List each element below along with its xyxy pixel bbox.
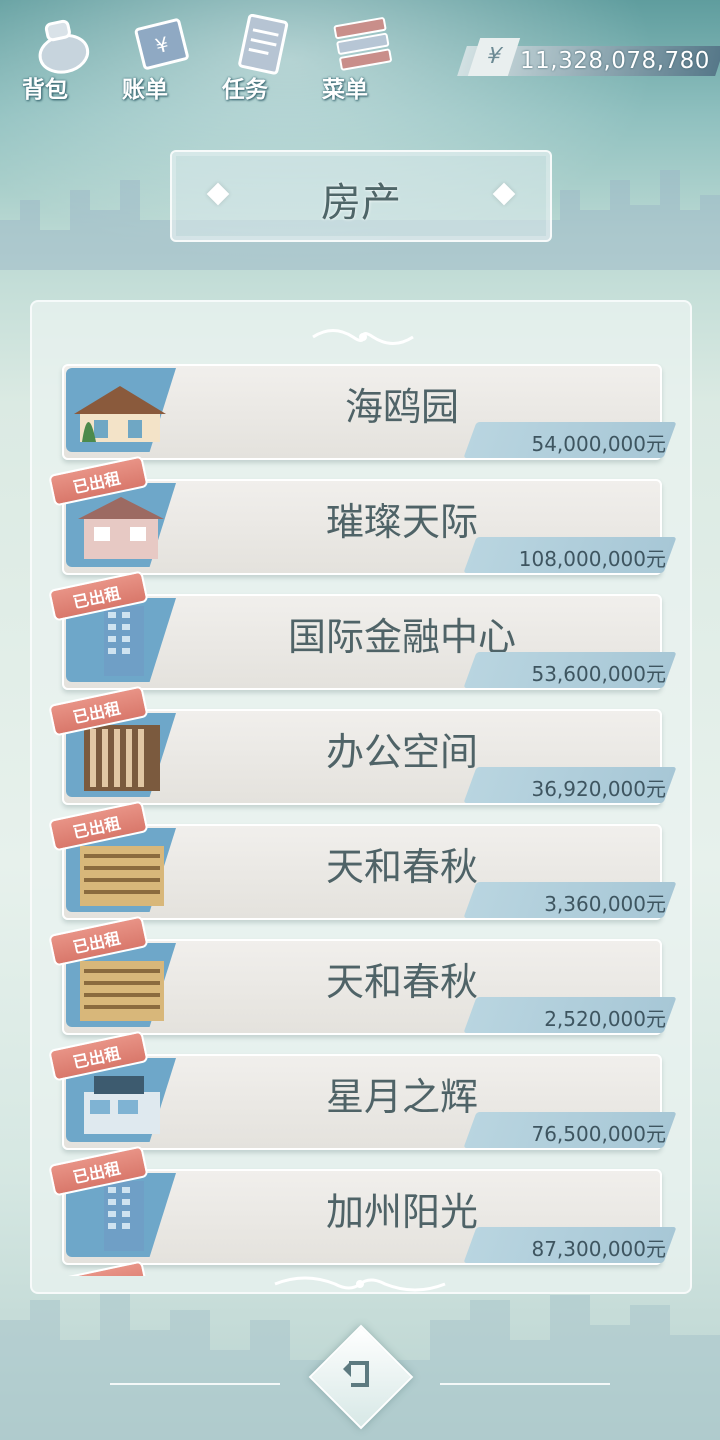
nav-bill-button[interactable]: ¥ 账单: [118, 8, 196, 103]
nav-bag-label: 背包: [22, 77, 68, 103]
nav-task-button[interactable]: 任务: [218, 8, 296, 103]
property-price: 3,360,000元: [544, 892, 666, 916]
property-price: 54,000,000元: [531, 432, 666, 456]
divider-right: [440, 1383, 610, 1385]
nav-menu-button[interactable]: 菜单: [318, 8, 396, 103]
page-title-frame: 房产: [170, 150, 552, 242]
villa-icon: [74, 386, 166, 442]
bill-icon: ¥: [134, 18, 189, 70]
property-price: 2,520,000元: [544, 1007, 666, 1031]
wallet-amount: 11,328,078,780: [520, 48, 710, 74]
bottom-ornament-icon: [274, 1276, 446, 1292]
property-price-tag: 2,520,000元: [463, 997, 682, 1033]
property-row[interactable]: 天和春秋 3,360,000元 已出租: [48, 800, 677, 920]
property-row[interactable]: 天和春秋 2,520,000元 已出租: [48, 915, 677, 1035]
menu-icon: [333, 17, 392, 71]
property-row[interactable]: 星月之辉 76,500,000元 已出租: [48, 1030, 677, 1150]
property-price-tag: 87,300,000元: [463, 1227, 682, 1263]
property-row[interactable]: 璀璨天际 108,000,000元 已出租: [48, 455, 677, 575]
property-price: 36,920,000元: [531, 777, 666, 801]
wallet-balance: ¥ 11,328,078,780: [457, 38, 720, 76]
property-price: 76,500,000元: [531, 1122, 666, 1146]
divider-left: [110, 1383, 280, 1385]
property-row[interactable]: 海鸥园 54,000,000元: [62, 364, 677, 460]
back-arrow-icon: [343, 1361, 369, 1387]
property-price-tag: 36,920,000元: [463, 767, 682, 803]
property-price-tag: 3,360,000元: [463, 882, 682, 918]
ornament-icon: [312, 329, 414, 345]
property-list-panel: 海鸥园 54,000,000元 璀璨天际 108,000,000元 已出租 国际金融中心 5…: [30, 300, 692, 1294]
nav-task-label: 任务: [222, 77, 268, 103]
task-icon: [238, 14, 289, 75]
bag-icon: [38, 19, 90, 74]
property-price: 53,600,000元: [531, 662, 666, 686]
page-title: 房产: [321, 180, 401, 226]
nav-menu-label: 菜单: [322, 77, 368, 103]
property-price: 108,000,000元: [518, 547, 666, 571]
property-price-tag: 54,000,000元: [463, 422, 682, 458]
property-row[interactable]: 加州阳光 87,300,000元 已出租: [48, 1145, 677, 1265]
property-price: 87,300,000元: [531, 1237, 666, 1261]
nav-bill-label: 账单: [122, 77, 168, 103]
property-price-tag: 108,000,000元: [463, 537, 682, 573]
nav-bag-button[interactable]: 背包: [18, 8, 96, 103]
property-price-tag: 76,500,000元: [463, 1112, 682, 1148]
back-button[interactable]: [308, 1324, 414, 1430]
property-list[interactable]: 海鸥园 54,000,000元 璀璨天际 108,000,000元 已出租 国际金融中心 5…: [32, 364, 690, 1276]
property-row[interactable]: 国际金融中心 53,600,000元 已出租: [48, 570, 677, 690]
property-row[interactable]: 办公空间 36,920,000元 已出租: [48, 685, 677, 805]
property-price-tag: 53,600,000元: [463, 652, 682, 688]
top-nav: 背包 ¥ 账单 任务 菜单: [18, 8, 396, 103]
